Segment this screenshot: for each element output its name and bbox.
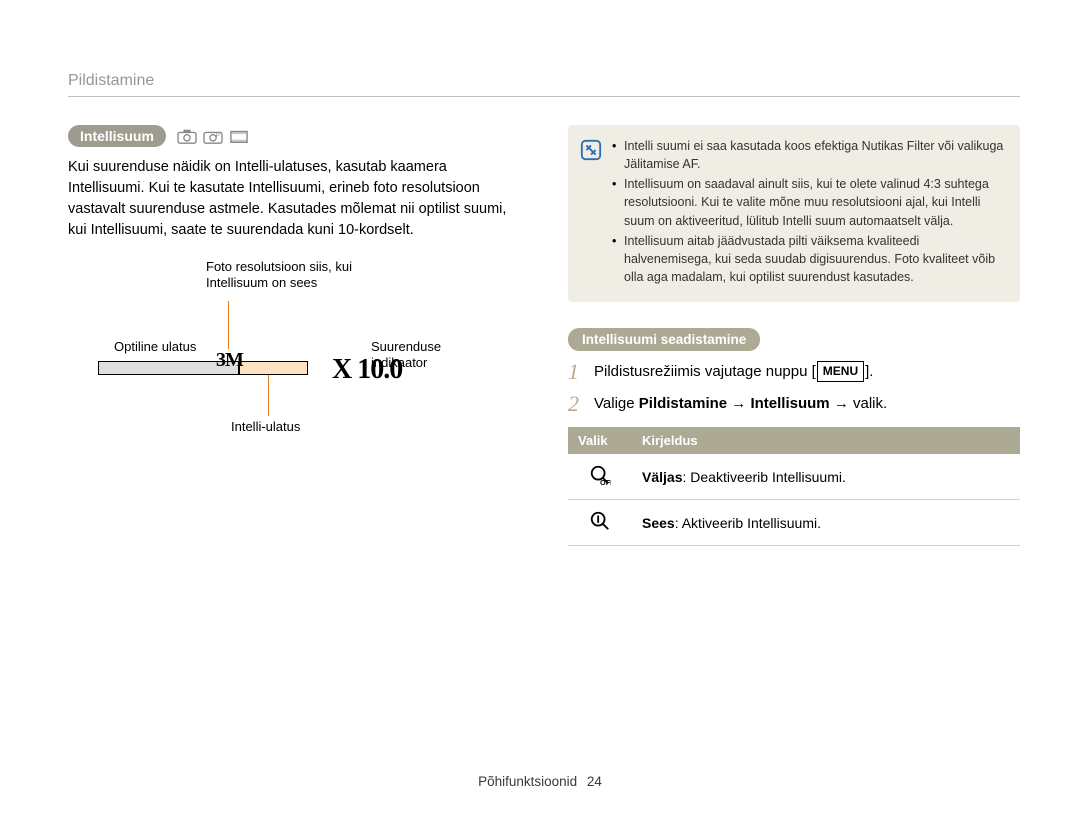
info-icon xyxy=(580,139,602,161)
settings-heading: Intellisuumi seadistamine xyxy=(568,328,760,351)
film-icon xyxy=(228,127,250,145)
step-bold: Intellisuum xyxy=(750,395,829,412)
step-number: 1 xyxy=(568,361,594,383)
option-name: Sees xyxy=(642,515,675,531)
table-head-desc: Kirjeldus xyxy=(632,427,1020,454)
intelli-range-label: Intelli-ulatus xyxy=(231,419,300,435)
step-text: ]. xyxy=(865,363,873,380)
camera-p-icon: P xyxy=(202,127,224,145)
table-row: Sees: Aktiveerib Intellisuumi. xyxy=(568,500,1020,546)
option-name: Väljas xyxy=(642,469,682,485)
resolution-value: 3M xyxy=(216,349,243,372)
step-bold: Pildistamine xyxy=(639,395,727,412)
table-head-option: Valik xyxy=(568,427,632,454)
note-box: Intelli suumi ei saa kasutada koos efekt… xyxy=(568,125,1020,302)
table-cell-desc: Väljas: Deaktiveerib Intellisuumi. xyxy=(632,454,1020,500)
menu-button-label: MENU xyxy=(817,361,864,382)
note-item: Intellisuum on saadaval ainult siis, kui… xyxy=(612,175,1004,229)
option-desc: : Aktiveerib Intellisuumi. xyxy=(675,515,821,531)
zoom-bar xyxy=(98,361,308,375)
mode-icons-group: P xyxy=(176,127,250,145)
page-footer: Põhifunktsioonid 24 xyxy=(0,774,1080,789)
table-row: OFF Väljas: Deaktiveerib Intellisuumi. xyxy=(568,454,1020,500)
arrow: → xyxy=(830,395,853,412)
option-desc: : Deaktiveerib Intellisuumi. xyxy=(682,469,845,485)
intellisuum-heading: Intellisuum xyxy=(68,125,166,147)
right-column: Intelli suumi ei saa kasutada koos efekt… xyxy=(568,125,1020,546)
step-2: 2 Valige Pildistamine → Intellisuum → va… xyxy=(568,393,1020,415)
leader-line xyxy=(228,301,229,349)
step-text: Pildistusrežiimis vajutage nuppu [ xyxy=(594,363,816,380)
arrow: → xyxy=(727,395,750,412)
svg-text:P: P xyxy=(216,132,220,139)
footer-page-number: 24 xyxy=(587,774,602,789)
optical-range-label: Optiline ulatus xyxy=(114,339,196,355)
zoom-off-icon: OFF xyxy=(589,464,611,486)
svg-text:OFF: OFF xyxy=(600,478,611,486)
step-number: 2 xyxy=(568,393,594,415)
page-title: Pildistamine xyxy=(68,72,1020,97)
note-item: Intelli suumi ei saa kasutada koos efekt… xyxy=(612,137,1004,173)
step-text: Valige xyxy=(594,395,639,412)
note-item: Intellisuum aitab jäädvustada pilti väik… xyxy=(612,232,1004,286)
resolution-label: Foto resolutsioon siis, kui Intellisuum … xyxy=(206,259,396,292)
step-text: valik. xyxy=(853,395,887,412)
zoom-on-icon xyxy=(589,510,611,532)
intro-paragraph: Kui suurenduse näidik on Intelli-ulatuse… xyxy=(68,157,520,241)
options-table: Valik Kirjeldus OFF Väljas: Deaktiveerib… xyxy=(568,427,1020,546)
camera-smart-icon xyxy=(176,127,198,145)
zoom-diagram: Foto resolutsioon siis, kui Intellisuum … xyxy=(68,259,478,449)
left-column: Intellisuum P Kui suurenduse näidik on I… xyxy=(68,125,520,546)
zoom-value: X 10.0 xyxy=(332,354,402,386)
step-1: 1 Pildistusrežiimis vajutage nuppu [MENU… xyxy=(568,361,1020,383)
intelli-fill xyxy=(240,362,307,374)
footer-section: Põhifunktsioonid xyxy=(478,774,577,789)
table-cell-desc: Sees: Aktiveerib Intellisuumi. xyxy=(632,500,1020,546)
